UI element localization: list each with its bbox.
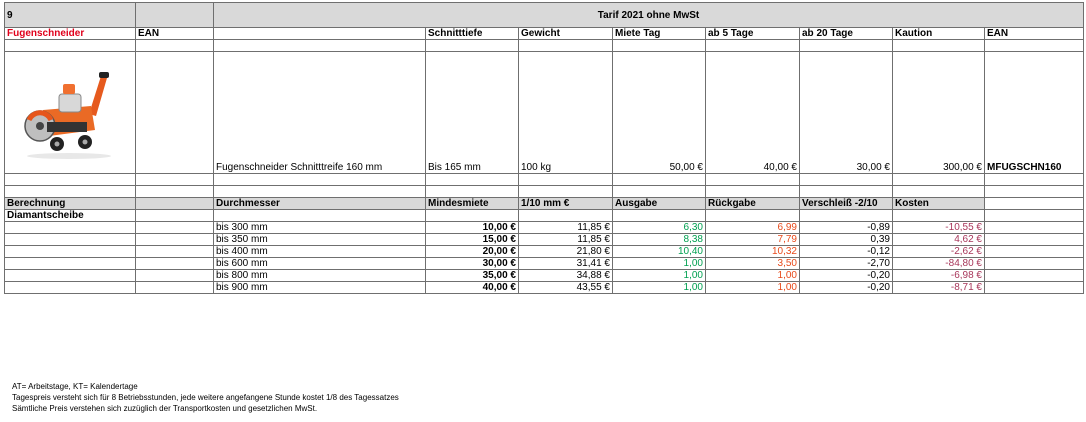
product-image-cell [4, 51, 136, 174]
durchmesser-cell: bis 900 mm [213, 281, 426, 294]
rueckgabe-header: Rückgabe [705, 197, 800, 210]
durchmesser-cell: bis 800 mm [213, 269, 426, 282]
mindestmiete-cell: 30,00 € [425, 257, 519, 270]
kaution-header: Kaution [892, 27, 985, 40]
table-row: bis 400 mm 20,00 € 21,80 € 10,40 10,32 -… [4, 245, 1085, 258]
mindestmiete-cell: 15,00 € [425, 233, 519, 246]
table-row: bis 600 mm 30,00 € 31,41 € 1,00 3,50 -2,… [4, 257, 1085, 270]
table-row: bis 800 mm 35,00 € 34,88 € 1,00 1,00 -0,… [4, 269, 1085, 282]
product-image-row: Fugenschneider Schnitttreife 160 mm Bis … [4, 51, 1085, 174]
kosten-cell: -8,71 € [892, 281, 985, 294]
spacer-row [4, 173, 1085, 186]
spacer-row [4, 185, 1085, 198]
rueckgabe-cell: 3,50 [705, 257, 800, 270]
rueckgabe-cell: 1,00 [705, 269, 800, 282]
verschleiss-cell: -0,20 [799, 269, 893, 282]
verschleiss-cell: -2,70 [799, 257, 893, 270]
tariff-sheet: 9 Tarif 2021 ohne MwSt Fugenschneider EA… [4, 2, 1085, 294]
note-line: Sämtliche Preis verstehen sich zuzüglich… [12, 404, 318, 413]
per10mm-cell: 31,41 € [518, 257, 613, 270]
mindestmiete-header: Mindesmiete [425, 197, 519, 210]
product-tiefe: Bis 165 mm [425, 51, 519, 174]
verschleiss-cell: -0,20 [799, 281, 893, 294]
gewicht-header: Gewicht [518, 27, 613, 40]
diamond-label: Diamantscheibe [4, 209, 136, 222]
kosten-cell: -84,80 € [892, 257, 985, 270]
ausgabe-cell: 8,38 [612, 233, 706, 246]
kosten-header: Kosten [892, 197, 985, 210]
ausgabe-cell: 10,40 [612, 245, 706, 258]
verschleiss-cell: 0,39 [799, 233, 893, 246]
mindestmiete-cell: 35,00 € [425, 269, 519, 282]
product-ean: MFUGSCHN160 [983, 51, 1085, 174]
durchmesser-cell: bis 300 mm [213, 221, 426, 234]
ausgabe-cell: 1,00 [612, 257, 706, 270]
ab20-header: ab 20 Tage [799, 27, 893, 40]
mindestmiete-cell: 10,00 € [425, 221, 519, 234]
table-row: bis 900 mm 40,00 € 43,55 € 1,00 1,00 -0,… [4, 281, 1085, 294]
ean-header: EAN [135, 27, 214, 40]
footer-notes: AT= Arbeitstage, KT= Kalendertage Tagesp… [12, 381, 399, 414]
verschleiss-header: Verschleiß -2/10 [799, 197, 893, 210]
floor-saw-machine-icon [24, 72, 111, 159]
per10mm-header: 1/10 mm € [518, 197, 613, 210]
durchmesser-cell: bis 400 mm [213, 245, 426, 258]
diamond-label-row: Diamantscheibe [4, 209, 1085, 222]
durchmesser-cell: bis 350 mm [213, 233, 426, 246]
mindestmiete-cell: 20,00 € [425, 245, 519, 258]
verschleiss-cell: -0,12 [799, 245, 893, 258]
table-row: bis 300 mm 10,00 € 11,85 € 6,30 6,99 -0,… [4, 221, 1085, 234]
ab5-header: ab 5 Tage [705, 27, 800, 40]
calc-header-row: Berechnung Durchmesser Mindesmiete 1/10 … [4, 197, 1085, 210]
kosten-cell: -2,62 € [892, 245, 985, 258]
product-name-header: Fugenschneider [4, 27, 136, 40]
table-row: bis 350 mm 15,00 € 11,85 € 8,38 7,79 0,3… [4, 233, 1085, 246]
per10mm-cell: 34,88 € [518, 269, 613, 282]
per10mm-cell: 11,85 € [518, 233, 613, 246]
spacer-row [4, 39, 1085, 52]
kosten-cell: -6,98 € [892, 269, 985, 282]
product-header-row: Fugenschneider EAN Schnitttiefe Gewicht … [4, 27, 1085, 40]
title-row: 9 Tarif 2021 ohne MwSt [4, 2, 1085, 28]
product-gewicht: 100 kg [518, 51, 613, 174]
rueckgabe-cell: 6,99 [705, 221, 800, 234]
product-ab5: 40,00 € [705, 51, 800, 174]
mindestmiete-cell: 40,00 € [425, 281, 519, 294]
rueckgabe-cell: 7,79 [705, 233, 800, 246]
verschleiss-cell: -0,89 [799, 221, 893, 234]
ausgabe-cell: 1,00 [612, 269, 706, 282]
kosten-cell: -10,55 € [892, 221, 985, 234]
product-miete-tag: 50,00 € [612, 51, 706, 174]
per10mm-cell: 43,55 € [518, 281, 613, 294]
berechnung-header: Berechnung [4, 197, 136, 210]
product-description: Fugenschneider Schnitttreife 160 mm [213, 51, 426, 174]
rueckgabe-cell: 10,32 [705, 245, 800, 258]
durchmesser-header: Durchmesser [213, 197, 426, 210]
ean2-header: EAN [983, 27, 1085, 40]
ausgabe-cell: 1,00 [612, 281, 706, 294]
title-spacer [135, 2, 214, 28]
note-line: Tagespreis versteht sich für 8 Betriebss… [12, 393, 399, 402]
ausgabe-header: Ausgabe [612, 197, 706, 210]
miete-tag-header: Miete Tag [612, 27, 706, 40]
product-kaution: 300,00 € [892, 51, 985, 174]
schnitttiefe-header: Schnitttiefe [425, 27, 519, 40]
per10mm-cell: 21,80 € [518, 245, 613, 258]
note-line: AT= Arbeitstage, KT= Kalendertage [12, 382, 138, 391]
sheet-number: 9 [4, 2, 136, 28]
per10mm-cell: 11,85 € [518, 221, 613, 234]
product-ab20: 30,00 € [799, 51, 893, 174]
rueckgabe-cell: 1,00 [705, 281, 800, 294]
kosten-cell: 4,62 € [892, 233, 985, 246]
durchmesser-cell: bis 600 mm [213, 257, 426, 270]
ausgabe-cell: 6,30 [612, 221, 706, 234]
sheet-title: Tarif 2021 ohne MwSt [212, 2, 1085, 28]
